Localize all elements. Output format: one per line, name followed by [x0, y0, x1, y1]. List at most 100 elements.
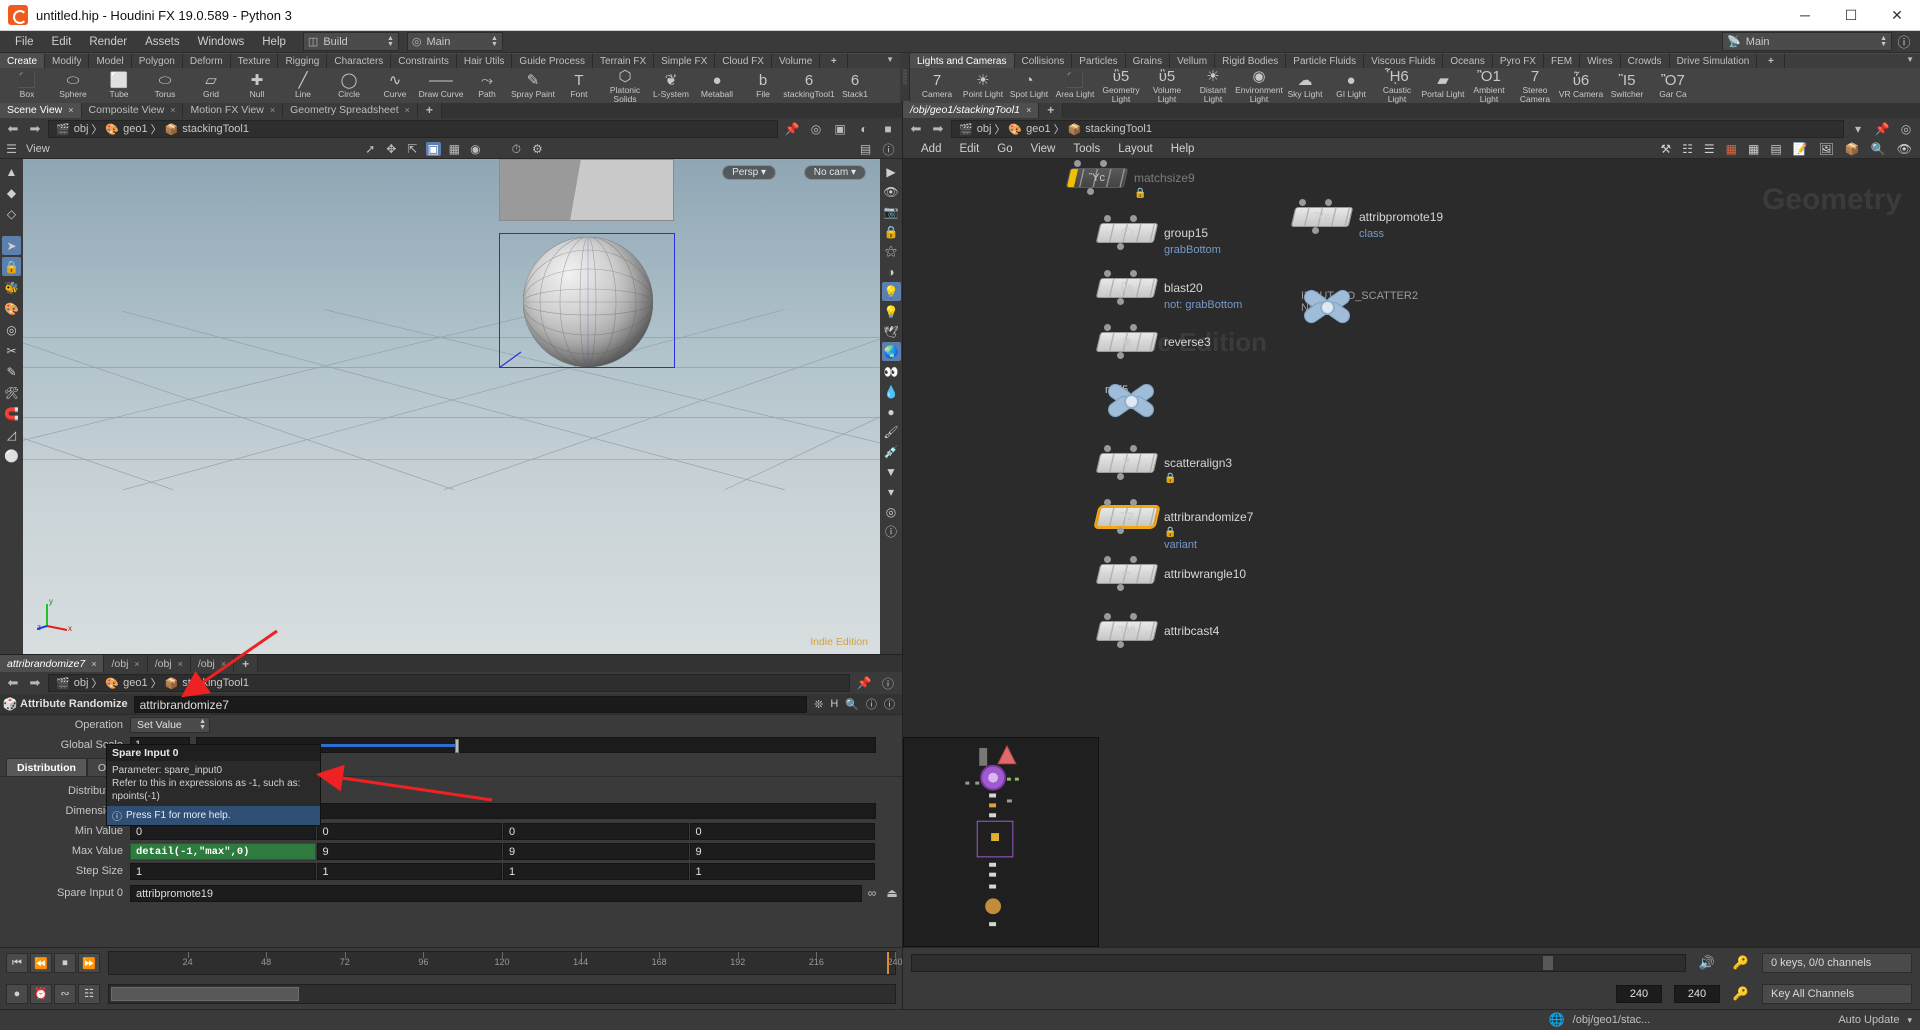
chevron-updown-icon[interactable]: ▾: [1907, 1015, 1912, 1026]
scene-tab-geometry-spreadsheet[interactable]: Geometry Spreadsheet ×: [283, 101, 418, 118]
ghost-icon[interactable]: 👁: [882, 182, 901, 201]
goto-start-button[interactable]: ⏮: [6, 953, 28, 973]
play-forward-button[interactable]: ⏩: [78, 953, 100, 973]
breadcrumb-item-stackingTool1[interactable]: 📦 stackingTool1: [162, 677, 252, 690]
node-input-port[interactable]: [1104, 270, 1111, 277]
menu-edit[interactable]: Edit: [43, 31, 81, 53]
edit-icon[interactable]: ✎: [2, 362, 21, 381]
right-desktop-selector[interactable]: 📡 Main ▲ ▼: [1722, 32, 1892, 51]
viewport-persp-dropdown[interactable]: Persp ▾: [722, 165, 776, 180]
node-body[interactable]: ὓa: [1096, 278, 1159, 298]
menu-file[interactable]: File: [6, 31, 43, 53]
node-body[interactable]: ◯: [1096, 223, 1159, 243]
breadcrumb-item-obj[interactable]: 🎬 obj: [956, 123, 994, 136]
uv-icon[interactable]: ◿: [2, 425, 21, 444]
node-body[interactable]: Ὓc: [1066, 168, 1129, 188]
node-input-port[interactable]: [1299, 199, 1306, 206]
shade-icon[interactable]: ◑: [882, 262, 901, 281]
shelf-tab-collisions[interactable]: Collisions: [1015, 53, 1073, 68]
select-arrow-icon[interactable]: ➤: [2, 236, 21, 255]
help-circle-icon[interactable]: ⓘ: [882, 522, 901, 541]
lock-icon[interactable]: 🔒: [882, 222, 901, 241]
hscroll-handle[interactable]: [1543, 956, 1553, 970]
material-icon[interactable]: ◉: [468, 142, 483, 156]
timeline-ruler[interactable]: 24 48 72 96 120 144 168 192 216 240: [108, 951, 896, 975]
breadcrumb-item-geo1[interactable]: 🎨 geo1: [102, 677, 150, 690]
viewport-canvas[interactable]: Persp ▾ No cam ▾ Indie Edition y x z: [23, 159, 880, 654]
spare-link-icon[interactable]: ∞: [862, 884, 882, 902]
shelf-tab-modify[interactable]: Modify: [45, 53, 89, 68]
param-tab--obj[interactable]: /obj ×: [191, 655, 234, 672]
back-arrow-icon[interactable]: ⬅: [907, 121, 925, 137]
forward-arrow-icon[interactable]: ➡: [26, 675, 44, 691]
scene-tab-scene-view[interactable]: Scene View ×: [0, 101, 82, 118]
color-display-icon[interactable]: ◐: [854, 120, 874, 138]
help-circle-icon[interactable]: ⓘ: [878, 674, 898, 692]
shelf-tool-grid[interactable]: ▱ Grid: [188, 68, 234, 103]
box-icon[interactable]: 📦: [1845, 142, 1860, 156]
chevron-down2-icon[interactable]: ▾: [882, 482, 901, 501]
audio-icon[interactable]: 🔊: [1694, 955, 1720, 971]
shelf-tool-metaball[interactable]: ● Metaball: [694, 68, 740, 103]
shelf-tool-portal-light[interactable]: ▰ Portal Light: [1420, 68, 1466, 103]
network-node-group15[interactable]: ◯ group15 grabBottom: [1098, 223, 1156, 243]
param-tab-add[interactable]: +: [234, 655, 258, 672]
shelf-tool-geometry-light[interactable]: ὒ5 Geometry Light: [1098, 68, 1144, 103]
env-icon[interactable]: 🌏: [882, 342, 901, 361]
menu-help[interactable]: Help: [253, 31, 295, 53]
key-icon[interactable]: 🔑: [1728, 955, 1754, 971]
stop-button[interactable]: ⏹: [54, 953, 76, 973]
shelf-tab-rigging[interactable]: Rigging: [278, 53, 327, 68]
param-value-cell[interactable]: 1: [503, 863, 689, 880]
clock-icon[interactable]: ⏱: [509, 142, 524, 157]
node-output-port[interactable]: [1117, 527, 1124, 534]
note-icon[interactable]: 📝: [1793, 142, 1808, 156]
shelf-tab-polygon[interactable]: Polygon: [132, 53, 183, 68]
pin-icon[interactable]: 📌: [1872, 120, 1892, 138]
brush-icon[interactable]: 🖌: [882, 422, 901, 441]
network-node-reverse3[interactable]: ◉ reverse3: [1098, 332, 1156, 352]
shelf-tab-lights-and-cameras[interactable]: Lights and Cameras: [910, 53, 1015, 68]
bug-icon[interactable]: 🐝: [2, 278, 21, 297]
flat-display-icon[interactable]: ■: [878, 120, 898, 138]
param-value-cell[interactable]: 9: [503, 843, 689, 860]
shelf-tool-curve[interactable]: ∿ Curve: [372, 68, 418, 103]
forward-arrow-icon[interactable]: ➡: [26, 121, 44, 137]
shelf-tab-simple-fx[interactable]: Simple FX: [654, 53, 715, 68]
scene-tab-composite-view[interactable]: Composite View ×: [82, 101, 184, 118]
node-input-port-2[interactable]: [1130, 499, 1137, 506]
shelf-tool-circle[interactable]: ◯ Circle: [326, 68, 372, 103]
select-mode-icon[interactable]: ➚: [363, 142, 378, 156]
back-arrow-icon[interactable]: ⬅: [4, 121, 22, 137]
shelf-add-tab[interactable]: +: [1757, 53, 1785, 68]
network-menu-add[interactable]: Add: [913, 140, 949, 159]
desktop-main-selector[interactable]: ◎ Main ▲ ▼: [407, 32, 503, 51]
operation-combo[interactable]: Set Value ▲ ▼: [130, 717, 210, 733]
snap-icon[interactable]: ⇱: [405, 142, 420, 156]
node-input-port[interactable]: [1104, 499, 1111, 506]
light2-icon[interactable]: 💡: [882, 302, 901, 321]
close-icon[interactable]: ×: [270, 105, 275, 115]
shelf-tab-texture[interactable]: Texture: [231, 53, 279, 68]
shelf-tab-create[interactable]: Create: [0, 53, 45, 68]
shelf-tab-pyro-fx[interactable]: Pyro FX: [1493, 53, 1544, 68]
minimize-button[interactable]: ─: [1782, 0, 1828, 31]
param-value-cell[interactable]: 0: [317, 823, 503, 840]
network-node-attribpromote19[interactable]: Ὓc attribpromote19 class: [1293, 207, 1351, 227]
network-menu-tools[interactable]: Tools: [1065, 140, 1108, 159]
display-wire-icon[interactable]: ▦: [447, 142, 462, 156]
parameter-breadcrumb[interactable]: 🎬 obj 〉 🎨 geo1 〉 📦 stackingTool1: [48, 674, 850, 692]
shelf-tool-l-system[interactable]: ❦ L-System: [648, 68, 694, 103]
shelf-tool-switcher[interactable]: Ἲ5 Switcher: [1604, 68, 1650, 103]
viewport-camera-dropdown[interactable]: No cam ▾: [804, 165, 866, 180]
spare-pick-icon[interactable]: ⏏: [882, 884, 902, 902]
shelf-tool-gar-ca[interactable]: Ὂ7 Gar Ca: [1650, 68, 1696, 103]
image-icon[interactable]: 🖼: [1819, 142, 1834, 156]
lock-icon[interactable]: 🔒: [2, 257, 21, 276]
key-icon-2[interactable]: 🔑: [1728, 986, 1754, 1002]
node-input-port-2[interactable]: [1130, 324, 1137, 331]
chevron-down-icon[interactable]: ▾: [1848, 120, 1868, 138]
shelf-tool-point-light[interactable]: ☀ Point Light: [960, 68, 1006, 103]
param-subtab-distribution[interactable]: Distribution: [6, 758, 87, 776]
network-breadcrumb[interactable]: 🎬 obj 〉 🎨 geo1 〉 📦 stackingTool1: [951, 120, 1844, 138]
